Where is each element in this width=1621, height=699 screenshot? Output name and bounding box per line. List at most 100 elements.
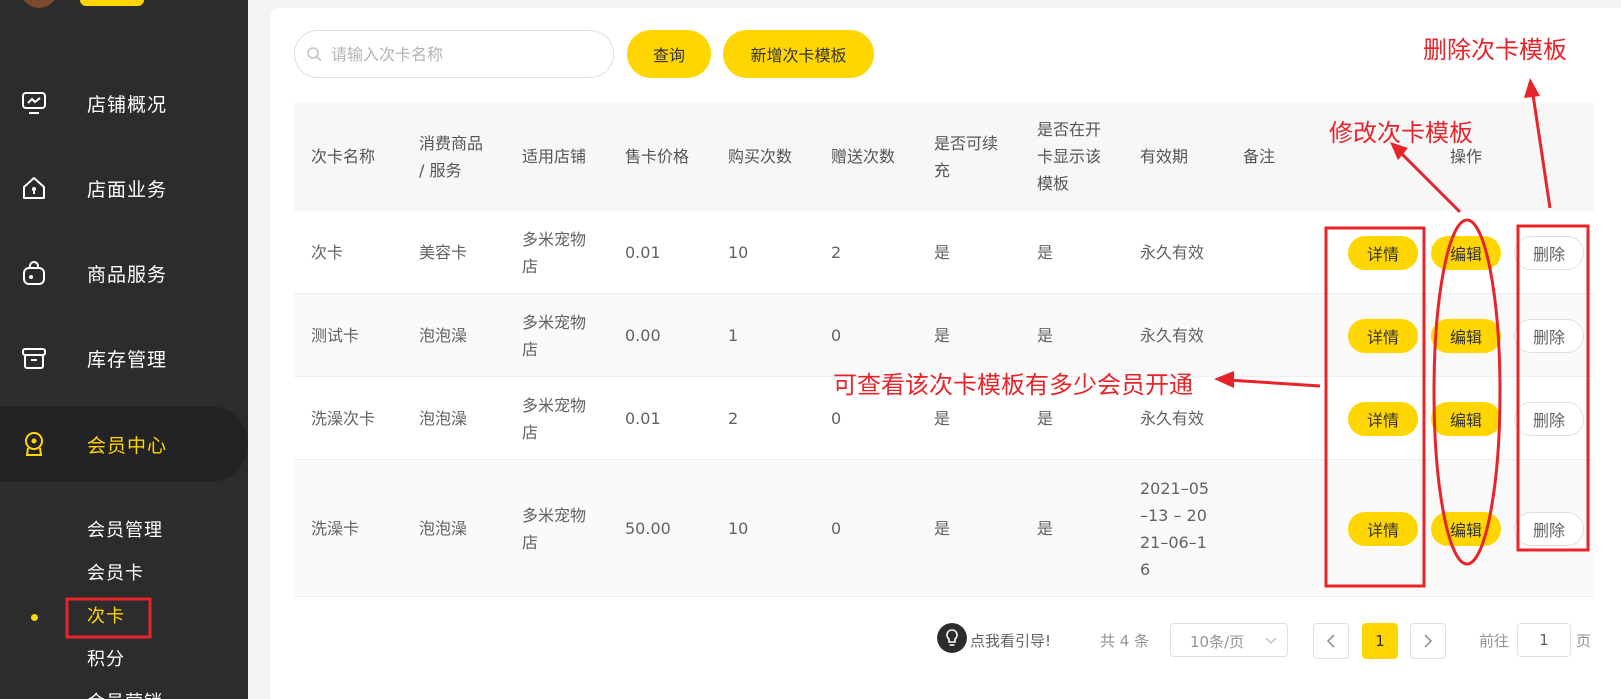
page-1-button[interactable]: 1 [1362,623,1398,659]
sidebar-item-label: 店面业务 [87,178,168,201]
table-cell-line: 6 [1140,559,1151,579]
vip-badge [80,0,144,6]
detail-button[interactable]: 详情 [1348,401,1418,436]
edit-button[interactable]: 编辑 [1431,401,1501,436]
table-cell-renew: 是 [934,519,951,538]
column-header-line: / 服务 [419,160,462,180]
column-header-line: 消费商品 [419,133,484,153]
table-cell-store: 多米宠物店 [522,309,586,363]
prev-page-button[interactable] [1313,623,1349,659]
edit-button[interactable]: 编辑 [1431,511,1501,546]
table-cell-show: 是 [1037,326,1054,345]
column-header: 售卡价格 [625,143,689,170]
monitor-icon [22,92,46,114]
box-icon [22,348,46,369]
annotation-delete: 删除次卡模板 [1423,36,1567,64]
home-icon [23,177,45,199]
edit-button[interactable]: 编辑 [1431,318,1501,353]
chevron-right-icon [1424,634,1433,648]
table-cell-gift: 0 [831,409,842,428]
table-cell-line: –13 – 20 [1140,505,1207,525]
table-cell-gift: 0 [831,519,842,538]
sidebar-item-store-business[interactable]: 店面业务 [0,150,248,226]
table-cell-service: 美容卡 [419,243,468,262]
submenu-item-points[interactable]: 积分 [87,645,125,671]
column-header-line: 适用店铺 [522,147,587,166]
table-cell-line: 多米宠物 [522,312,587,332]
table-cell-validity: 永久有效 [1140,405,1204,432]
table-cell-store: 多米宠物店 [522,502,586,556]
sidebar-item-label: 店铺概况 [87,93,168,116]
table-cell-name: 洗澡次卡 [311,409,376,428]
submenu-item-marketing[interactable]: 会员营销 [87,688,163,699]
column-header: 购买次数 [728,143,792,170]
table-cell-show: 是 [1037,409,1054,428]
chevron-down-icon [1265,637,1277,645]
table-cell-validity: 2021–05 –13 – 20 21–06–1 6 [1140,475,1209,583]
submenu-item-times-card[interactable]: 次卡 [87,602,125,628]
column-header: 消费商品 / 服务 [419,130,483,184]
lightbulb-icon[interactable] [937,623,967,653]
table-cell-buy: 10 [728,519,749,538]
annotation-edit: 修改次卡模板 [1329,119,1473,147]
table-cell-price: 0.01 [625,409,661,428]
table-cell-line: 店 [522,339,539,359]
column-header-line: 赠送次数 [831,147,896,166]
table-cell-gift: 0 [831,326,842,345]
goto-page-input[interactable] [1517,623,1571,657]
table-cell-line: 2021–05 [1140,478,1210,498]
sidebar-item-member-center[interactable]: 会员中心 [0,406,248,482]
goto-prefix: 前往 [1479,632,1510,650]
edit-button[interactable]: 编辑 [1431,235,1501,270]
detail-button[interactable]: 详情 [1348,511,1418,546]
sidebar-item-inventory[interactable]: 库存管理 [0,320,248,396]
column-header: 有效期 [1140,143,1188,170]
page-size-select[interactable]: 10条/页 [1170,623,1288,657]
table-cell-line: 永久有效 [1140,409,1205,428]
column-header-line: 是否可续 [934,133,999,153]
column-header: 赠送次数 [831,143,895,170]
table-cell-store: 多米宠物店 [522,392,586,446]
page-size-value: 10条/页 [1190,633,1245,651]
table-cell-service: 泡泡澡 [419,326,468,345]
sidebar-item-products[interactable]: 商品服务 [0,235,248,311]
sidebar-item-label: 库存管理 [87,348,168,371]
search-icon [307,47,322,62]
search-input[interactable] [294,30,614,78]
member-icon [25,432,43,456]
annotation-detail: 可查看该次卡模板有多少会员开通 [833,371,1193,399]
table-cell-show: 是 [1037,243,1054,262]
delete-button[interactable]: 删除 [1514,318,1584,353]
next-page-button[interactable] [1410,623,1446,659]
column-header-line: 备注 [1243,147,1276,166]
column-header: 适用店铺 [522,143,586,170]
guide-link[interactable]: 点我看引导! [970,630,1051,651]
table-cell-name: 洗澡卡 [311,519,360,538]
delete-button[interactable]: 删除 [1514,401,1584,436]
chevron-left-icon [1326,634,1335,648]
delete-button[interactable]: 删除 [1514,511,1584,546]
table-cell-line: 店 [522,256,539,276]
delete-button[interactable]: 删除 [1514,235,1584,270]
sidebar-item-overview[interactable]: 店铺概况 [0,65,248,141]
table-cell-price: 0.01 [625,243,661,262]
add-template-button[interactable]: 新增次卡模板 [723,30,874,78]
table-cell-store: 多米宠物店 [522,226,586,280]
table-cell-line: 永久有效 [1140,326,1205,345]
table-cell-price: 0.00 [625,326,661,345]
submenu-item-member-manage[interactable]: 会员管理 [87,516,163,542]
table-cell-buy: 1 [728,326,739,345]
column-header-line: 充 [934,160,951,180]
column-header-line: 有效期 [1140,147,1189,166]
column-header-line: 售卡价格 [625,147,690,166]
submenu-item-member-card[interactable]: 会员卡 [87,559,144,585]
total-count: 共 4 条 [1100,632,1150,650]
query-button[interactable]: 查询 [627,30,711,78]
table-cell-renew: 是 [934,409,951,428]
table-cell-gift: 2 [831,243,842,262]
detail-button[interactable]: 详情 [1348,318,1418,353]
detail-button[interactable]: 详情 [1348,235,1418,270]
avatar[interactable] [20,0,58,8]
table-cell-buy: 2 [728,409,739,428]
column-header: 是否在开 卡显示该 模板 [1037,116,1101,197]
